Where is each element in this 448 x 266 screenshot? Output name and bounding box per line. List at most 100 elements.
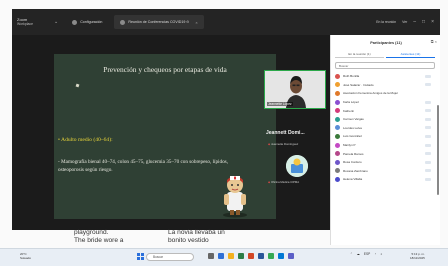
popout-icon[interactable]: ⧉ × [431, 39, 437, 44]
tab-label: Configuración [80, 20, 103, 24]
list-item[interactable]: Ruth Bonilla [335, 72, 431, 81]
participant-label: Pamela Ramos [343, 151, 364, 156]
tab-label: Reunión de Conferencias COVID19 ⊙ [128, 20, 190, 24]
avatar-icon [335, 168, 340, 174]
excel-app-icon[interactable] [238, 253, 244, 259]
list-item[interactable]: Carmen Vargas [335, 115, 431, 124]
taskbar-search-input[interactable]: Buscar [146, 253, 194, 261]
minimize-icon[interactable]: – [413, 19, 416, 25]
mic-icon [425, 100, 431, 104]
file-explorer-icon[interactable] [228, 253, 234, 259]
nurse-illustration [223, 176, 247, 218]
participant-label: Helena Villalta [343, 177, 363, 182]
list-item[interactable]: Karla López [335, 98, 431, 107]
mic-icon [425, 83, 431, 87]
participant-label: Karla López [343, 100, 360, 105]
list-item[interactable]: Rosa Cordero [335, 158, 431, 167]
maximize-icon[interactable]: □ [422, 19, 425, 25]
avatar-icon [335, 82, 340, 88]
slide-bullet: • Adulto medio (40–64): [58, 137, 113, 143]
weather-widget[interactable]: 20°C Soleado [20, 252, 31, 260]
participant-label: Lourdes Leiva [343, 125, 362, 130]
avatar-icon [335, 151, 340, 157]
window-controls: En la reunión Ver – □ × [376, 19, 440, 25]
participant-name: Jeannett Domi... [266, 130, 305, 136]
document-text: playground. [74, 229, 109, 236]
participants-tabs: En la reunión (1) Asistentes (11) [335, 50, 435, 58]
meeting-status: En la reunión [376, 20, 397, 24]
list-item[interactable]: Asociación Femenina Amigos de la Mujer [335, 89, 431, 98]
document-text: The bride wore a [74, 237, 124, 244]
participant-mic-label: Jeannette Domínguez [270, 142, 299, 146]
system-tray: ⌃ ☁ ESP ◔ ◖ [350, 252, 382, 256]
active-speaker-video[interactable]: Jeannette López [264, 70, 326, 109]
clock-date: 18/11/2025 [410, 256, 425, 260]
list-item[interactable]: Luis González [335, 132, 431, 141]
title-bar: Zoom Workplace ⌄ Configuración Reunión d… [12, 9, 440, 35]
participant-label: Roxana Zambrano [343, 168, 368, 173]
participants-scrollbar[interactable] [437, 105, 439, 195]
mic-icon [425, 143, 431, 147]
app-brand: Zoom Workplace [12, 17, 54, 27]
participants-search-input[interactable]: Buscar [335, 62, 435, 69]
participant-sub-label: Oficina Médica CIPMA [270, 180, 300, 184]
edge-app-icon[interactable] [278, 253, 284, 259]
tab-meeting[interactable]: Reunión de Conferencias COVID19 ⊙ × [114, 15, 204, 29]
video-name-label: Jeannette López [267, 102, 293, 106]
tab-settings[interactable]: Configuración [66, 15, 108, 29]
zoom-app-icon[interactable] [218, 253, 224, 259]
avatar-icon [335, 142, 340, 148]
participant-status-2: ◆ Oficina Médica CIPMA [268, 180, 299, 184]
participant-label: Carmen Vargas [343, 117, 364, 122]
participant-label: Ruth Bonilla [343, 74, 360, 79]
avatar-icon [335, 90, 340, 96]
shared-slide: Prevención y chequeos por etapas de vida… [54, 54, 276, 219]
view-menu[interactable]: Ver [402, 20, 407, 24]
list-item[interactable]: José Salazar · Invitado [335, 81, 431, 90]
participant-status: ◆ Jeannette Domínguez [268, 142, 298, 146]
avatar-icon [335, 99, 340, 105]
teams-app-icon[interactable] [288, 253, 294, 259]
mic-icon [425, 134, 431, 138]
tab-in-meeting[interactable]: En la reunión (1) [335, 50, 384, 58]
list-item[interactable]: Roxana Zambrano [335, 167, 431, 176]
chrome-app-icon[interactable] [268, 253, 274, 259]
avatar-image [286, 155, 308, 177]
windows-start-icon[interactable] [137, 253, 144, 260]
cloud-icon[interactable]: ☁ [357, 252, 360, 256]
chevron-down-icon[interactable]: ⌄ [54, 19, 58, 25]
participant-label: Rosa Cordero [343, 160, 362, 165]
mic-icon [425, 169, 431, 173]
clock[interactable]: 5:13 p. m. 18/11/2025 [410, 252, 425, 260]
participants-list: Ruth Bonilla José Salazar · Invitado Aso… [335, 72, 431, 184]
powerpoint-app-icon[interactable] [248, 253, 254, 259]
list-item[interactable]: Marilyn P [335, 141, 431, 150]
volume-icon[interactable]: ◖ [380, 252, 382, 256]
wifi-icon[interactable]: ◔ [374, 252, 376, 256]
participants-panel: Participantes (11) ⧉ × En la reunión (1)… [330, 35, 440, 245]
close-icon[interactable]: × [195, 20, 197, 25]
tab-attendees[interactable]: Asistentes (11) [386, 50, 435, 58]
mic-muted-icon: ◆ [268, 142, 271, 146]
chevron-up-icon[interactable]: ⌃ [350, 252, 353, 256]
list-item[interactable]: Lourdes Leiva [335, 124, 431, 133]
avatar [286, 155, 308, 177]
task-view-icon[interactable] [208, 253, 214, 259]
language-indicator[interactable]: ESP [364, 252, 370, 256]
background-document: playground. The bride wore a La novia ll… [12, 229, 330, 248]
avatar-icon [335, 176, 340, 182]
meeting-icon [120, 19, 126, 25]
weather-desc: Soleado [20, 256, 32, 260]
list-item[interactable]: Helena Villalta [335, 175, 431, 184]
list-item[interactable]: Pamela Ramos [335, 149, 431, 158]
mic-icon [425, 177, 431, 181]
word-app-icon[interactable] [258, 253, 264, 259]
participant-label: Marilyn P [343, 143, 356, 148]
close-window-icon[interactable]: × [431, 19, 434, 25]
screen: Zoom Workplace ⌄ Configuración Reunión d… [0, 0, 448, 266]
document-text: bonito vestido [168, 237, 209, 244]
taskbar: 20°C Soleado Buscar ⌃ ☁ ESP ◔ ◖ 5:13 p. … [0, 248, 448, 266]
avatar-icon [335, 108, 340, 114]
participant-label: Luis González [343, 134, 363, 139]
list-item[interactable]: Katherin [335, 106, 431, 115]
